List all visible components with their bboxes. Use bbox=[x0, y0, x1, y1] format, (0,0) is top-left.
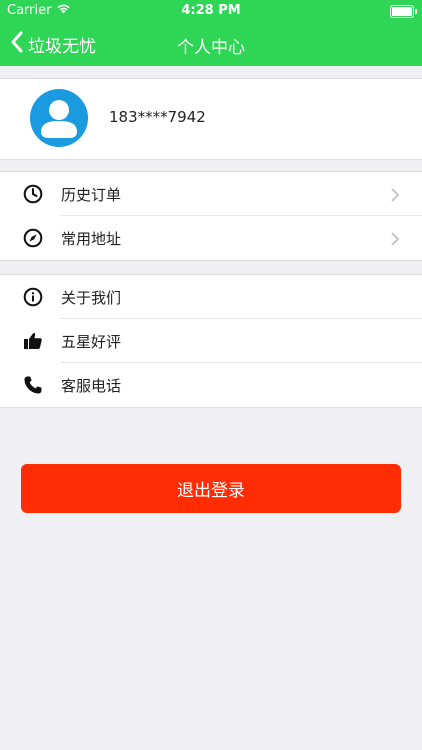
menu-label: 常用地址 bbox=[61, 229, 122, 248]
status-bar: Carrier 4:28 PM bbox=[0, 0, 422, 22]
chevron-right-icon bbox=[388, 231, 402, 246]
menu-group-orders: 历史订单 常用地址 bbox=[0, 171, 422, 261]
menu-label: 五星好评 bbox=[61, 332, 122, 351]
navigation-bar: 垃圾无忧 个人中心 bbox=[0, 22, 422, 66]
chevron-right-icon bbox=[388, 187, 402, 202]
battery-icon bbox=[390, 5, 417, 18]
menu-label: 关于我们 bbox=[61, 288, 122, 307]
menu-item-customer-service[interactable]: 客服电话 bbox=[0, 363, 422, 407]
clock-icon bbox=[22, 183, 44, 205]
page-title: 个人中心 bbox=[177, 38, 245, 58]
phone-icon bbox=[22, 374, 44, 396]
menu-item-common-address[interactable]: 常用地址 bbox=[0, 216, 422, 260]
user-phone: 183****7942 bbox=[109, 108, 206, 126]
menu-label: 历史订单 bbox=[61, 185, 122, 204]
logout-button[interactable]: 退出登录 bbox=[21, 464, 401, 513]
menu-item-five-star-rating[interactable]: 五星好评 bbox=[0, 319, 422, 363]
user-avatar-icon[interactable] bbox=[30, 89, 88, 147]
menu-item-history-orders[interactable]: 历史订单 bbox=[0, 172, 422, 216]
menu-item-about-us[interactable]: 关于我们 bbox=[0, 275, 422, 319]
info-icon bbox=[22, 286, 44, 308]
compass-icon bbox=[22, 227, 44, 249]
menu-label: 客服电话 bbox=[61, 376, 122, 395]
app-header: Carrier 4:28 PM 垃圾无忧 个人中心 bbox=[0, 0, 422, 66]
menu-group-info: 关于我们 五星好评 客服电话 bbox=[0, 274, 422, 408]
thumbs-up-icon bbox=[22, 330, 44, 352]
profile-card[interactable]: 183****7942 bbox=[0, 78, 422, 160]
status-time: 4:28 PM bbox=[181, 3, 241, 18]
